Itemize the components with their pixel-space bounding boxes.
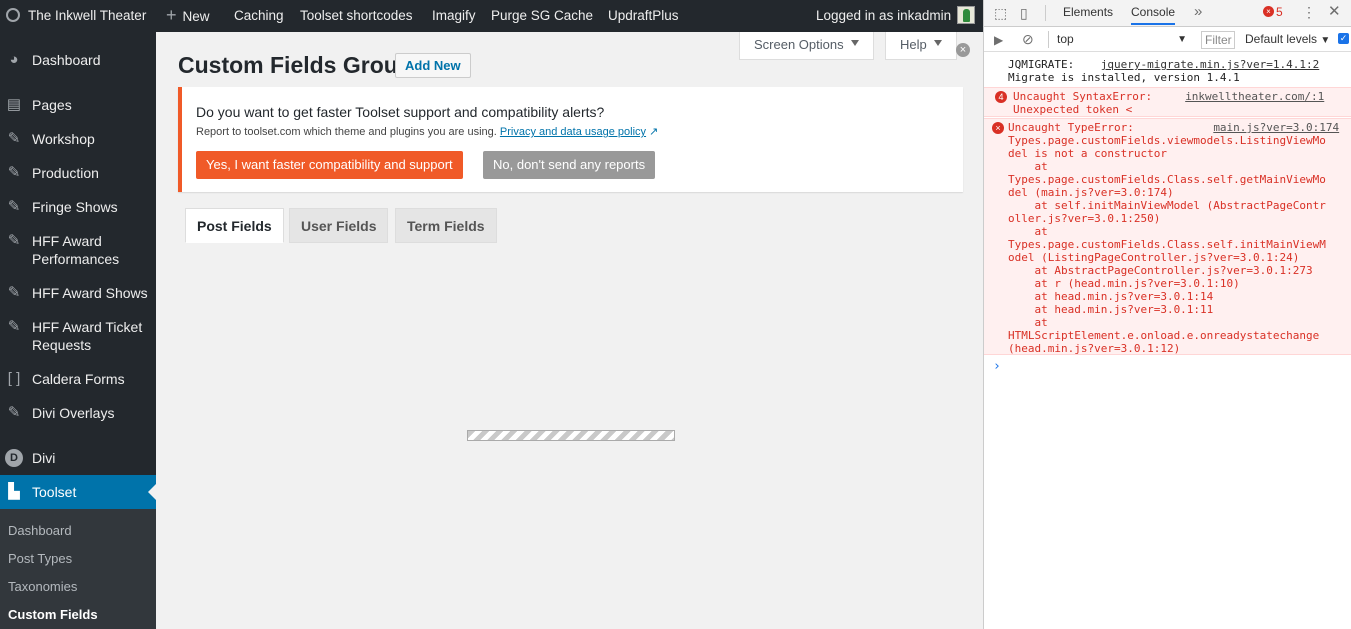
inspect-icon[interactable]: ⬚ [994,6,1007,20]
close-devtools-icon[interactable]: ✕ [1328,4,1341,19]
source-link[interactable]: inkwelltheater.com/:1 [1185,90,1324,103]
close-icon[interactable]: × [956,43,970,57]
updraftplus-link[interactable]: UpdraftPlus [608,0,679,32]
plus-icon: + [166,5,177,25]
clear-console-icon[interactable]: ⊘ [1022,32,1034,46]
toolset-shortcodes-link[interactable]: Toolset shortcodes [300,0,413,32]
devtools-panel: ⬚ ▯ Elements Console » × 5 ⋮ ✕ ▶ ⊘ top ▼ … [983,0,1351,629]
tab-console[interactable]: Console [1131,5,1176,25]
more-tabs-icon[interactable]: » [1194,4,1202,19]
submenu-taxonomies[interactable]: Taxonomies [8,579,77,594]
avatar-figure-icon [963,9,970,22]
user-account-link[interactable]: Logged in as inkadmin [816,0,951,32]
console-error: 4 Uncaught SyntaxError: inkwelltheater.co… [984,87,1351,117]
sidebar-toggle-icon[interactable]: ▶ [994,33,1003,47]
chevron-down-icon [933,40,942,50]
imagify-link[interactable]: Imagify [432,0,476,32]
privacy-policy-link[interactable]: Privacy and data usage policy [500,126,646,138]
error-icon: × [992,122,1004,134]
pin-icon: ✎ [7,284,21,301]
yes-support-button[interactable]: Yes, I want faster compatibility and sup… [196,151,463,179]
submenu-dashboard[interactable]: Dashboard [8,523,72,538]
caldera-icon: [ ] [7,370,21,387]
pin-icon: ✎ [7,404,21,421]
avatar[interactable] [957,6,975,24]
pin-icon: ✎ [7,198,21,215]
devtools-tabbar: ⬚ ▯ Elements Console » × 5 ⋮ ✕ [984,0,1351,27]
tab-elements[interactable]: Elements [1063,5,1113,19]
checkbox[interactable]: ✓ [1338,33,1349,44]
device-toggle-icon[interactable]: ▯ [1020,6,1028,20]
site-name-link[interactable]: The Inkwell Theater [6,0,146,32]
chevron-down-icon [850,40,859,50]
pin-icon: ✎ [7,318,21,335]
error-count-icon: × [1263,6,1274,17]
tab-term-fields[interactable]: Term Fields [395,208,497,243]
toolset-submenu: Dashboard Post Types Taxonomies Custom F… [0,509,156,629]
context-select[interactable]: top ▼ [1048,31,1195,48]
help-button[interactable]: Help [885,32,957,60]
source-link[interactable]: jquery-migrate.min.js?ver=1.4.1:2 [1101,58,1320,71]
error-count[interactable]: 5 [1276,5,1283,19]
source-link[interactable]: main.js?ver=3.0:174 [1213,121,1339,134]
console-prompt-icon[interactable]: › [993,359,1001,374]
divi-icon: D [5,449,23,467]
kebab-menu-icon[interactable]: ⋮ [1302,5,1316,19]
dropdown-arrow-icon: ▼ [1177,34,1187,45]
console-toolbar: ▶ ⊘ top ▼ Filter Default levels ▼ ✓ [984,27,1351,52]
page-title: Custom Fields Group [178,52,412,78]
filter-input[interactable]: Filter [1201,31,1235,49]
error-repeat-badge: 4 [995,91,1007,103]
external-link-icon: ↗ [649,126,659,138]
purge-sg-cache-link[interactable]: Purge SG Cache [491,0,593,32]
console-error: × Uncaught TypeError: main.js?ver=3.0:174… [984,118,1351,355]
screen-options-button[interactable]: Screen Options [739,32,874,60]
pin-icon: ✎ [7,164,21,181]
notice-question: Do you want to get faster Toolset suppor… [196,104,605,120]
loading-progress-bar [467,430,675,441]
new-content-link[interactable]: + New [166,0,210,32]
wordpress-icon [6,8,20,22]
levels-select[interactable]: Default levels ▼ [1245,32,1330,46]
caching-link[interactable]: Caching [234,0,284,32]
sidebar-item-toolset[interactable]: ▙ Toolset [0,475,156,509]
submenu-custom-fields[interactable]: Custom Fields [8,607,98,622]
wordpress-admin: The Inkwell Theater + New Caching Toolset… [0,0,983,629]
add-new-button[interactable]: Add New [395,53,471,78]
console-message: JQMIGRATE: jquery-migrate.min.js?ver=1.4… [1008,58,1320,84]
admin-bar: The Inkwell Theater + New Caching Toolset… [0,0,983,32]
pin-icon: ✎ [7,130,21,147]
tab-post-fields[interactable]: Post Fields [185,208,284,243]
pin-icon: ✎ [7,232,21,249]
dropdown-arrow-icon: ▼ [1320,35,1331,46]
dashboard-icon: ◕ [9,51,19,68]
no-reports-button[interactable]: No, don't send any reports [483,151,656,179]
tab-user-fields[interactable]: User Fields [289,208,389,243]
notice-subtext: Report to toolset.com which theme and pl… [196,126,659,138]
admin-sidebar: ◕ Dashboard ▤ Pages ✎ Workshop ✎ Production … [0,32,156,629]
toolset-icon: ▙ [8,483,20,500]
submenu-post-types[interactable]: Post Types [8,551,72,566]
toolset-notice: Do you want to get faster Toolset suppor… [178,87,963,192]
pages-icon: ▤ [6,96,22,113]
